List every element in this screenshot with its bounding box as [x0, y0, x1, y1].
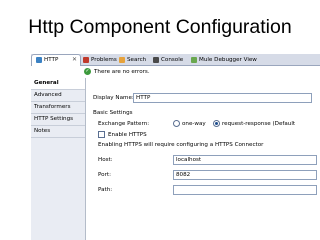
radio-request-response-label: request-response (Default — [222, 121, 296, 127]
display-name-field[interactable]: HTTP — [133, 93, 312, 103]
tab-debugger-label: Mule Debugger View — [199, 57, 257, 63]
sidebar-item-notes[interactable]: Notes — [31, 126, 85, 138]
problems-icon — [83, 56, 89, 63]
tab-console[interactable]: Console — [153, 55, 183, 65]
close-icon[interactable]: ✕ — [72, 55, 77, 65]
display-name-label: Display Name: — [93, 95, 134, 101]
host-field[interactable]: localhost — [173, 155, 317, 165]
check-icon: ✓ — [84, 68, 91, 75]
general-settings-form: Display Name: HTTP Basic Settings Exchan… — [89, 78, 320, 240]
console-icon — [153, 56, 159, 63]
validation-status: ✓ There are no errors. — [84, 67, 150, 77]
tab-console-label: Console — [161, 57, 184, 63]
path-label: Path: — [98, 187, 113, 193]
mule-config-screenshot: HTTP ✕ Problems Search Console Mule Debu… — [31, 54, 320, 240]
radio-one-way[interactable]: one-way — [173, 120, 206, 129]
basic-settings-heading: Basic Settings — [93, 110, 133, 116]
checkbox-icon — [98, 131, 105, 138]
radio-one-way-icon — [173, 120, 180, 127]
host-label: Host: — [98, 157, 113, 163]
enable-https-label: Enable HTTPS — [108, 132, 147, 138]
tab-problems[interactable]: Problems — [83, 55, 117, 65]
radio-request-response-icon — [213, 120, 220, 127]
tab-problems-label: Problems — [91, 57, 117, 63]
radio-request-response[interactable]: request-response (Default — [213, 120, 295, 129]
radio-one-way-label: one-way — [182, 121, 206, 127]
tab-search-label: Search — [127, 57, 147, 63]
port-field[interactable]: 8082 — [173, 170, 317, 180]
search-icon — [119, 56, 125, 63]
debugger-icon — [191, 56, 197, 63]
tab-http[interactable]: HTTP ✕ — [31, 54, 81, 66]
port-label: Port: — [98, 172, 111, 178]
slide-title: Http Component Configuration — [28, 16, 292, 38]
enable-https-checkbox[interactable]: Enable HTTPS — [98, 131, 147, 140]
property-sidebar: General Advanced Transformers HTTP Setti… — [31, 78, 86, 240]
status-text: There are no errors. — [94, 69, 150, 75]
sidebar-item-http-settings[interactable]: HTTP Settings — [31, 114, 85, 126]
sidebar-item-general[interactable]: General — [31, 78, 85, 90]
tab-http-label: HTTP — [44, 57, 59, 63]
tab-search[interactable]: Search — [119, 55, 146, 65]
tab-mule-debugger[interactable]: Mule Debugger View — [191, 55, 257, 65]
sidebar-item-advanced[interactable]: Advanced — [31, 90, 85, 102]
path-field[interactable] — [173, 185, 317, 195]
sidebar-item-transformers[interactable]: Transformers — [31, 102, 85, 114]
http-icon — [36, 56, 42, 63]
https-note: Enabling HTTPS will require configuring … — [98, 142, 264, 148]
view-tab-bar: HTTP ✕ Problems Search Console Mule Debu… — [31, 54, 320, 66]
exchange-pattern-label: Exchange Pattern: — [98, 121, 150, 127]
